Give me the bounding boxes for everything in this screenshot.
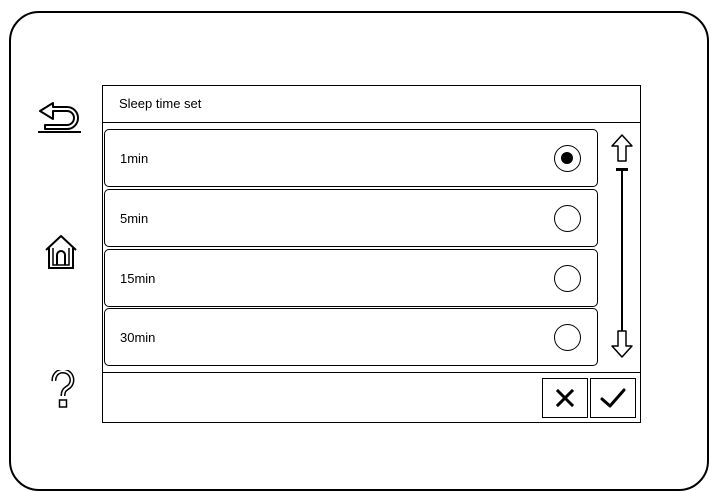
cancel-x-icon [556, 389, 574, 407]
option-label: 5min [120, 211, 149, 226]
home-icon[interactable] [44, 234, 78, 270]
option-row-30min[interactable]: 30min [104, 308, 598, 366]
confirm-check-icon [600, 388, 626, 408]
screen-panel: Sleep time set 1min 5min 15min 30min [102, 85, 641, 423]
scrollbar-track[interactable] [621, 169, 623, 352]
scroll-up-arrow-icon[interactable] [610, 133, 634, 163]
option-row-5min[interactable]: 5min [104, 189, 598, 247]
option-label: 15min [120, 271, 156, 286]
help-icon[interactable] [50, 370, 76, 410]
option-row-15min[interactable]: 15min [104, 249, 598, 307]
radio-button-selected[interactable] [554, 145, 581, 172]
back-icon[interactable] [36, 101, 84, 135]
page-title: Sleep time set [103, 86, 640, 123]
option-label: 30min [120, 330, 156, 345]
option-label: 1min [120, 151, 149, 166]
option-row-1min[interactable]: 1min [104, 129, 598, 187]
radio-button[interactable] [554, 265, 581, 292]
action-bar [103, 372, 640, 421]
cancel-button[interactable] [542, 378, 588, 418]
radio-button[interactable] [554, 205, 581, 232]
radio-button[interactable] [554, 324, 581, 351]
confirm-button[interactable] [590, 378, 636, 418]
scroll-down-arrow-icon[interactable] [610, 329, 634, 359]
